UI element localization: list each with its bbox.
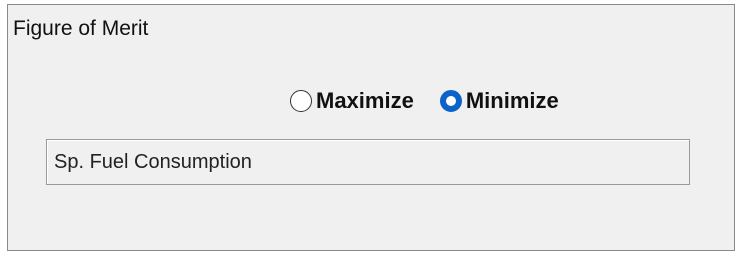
minimize-radio[interactable] [439,90,462,112]
optimization-direction-group: Maximize Minimize [290,87,559,115]
maximize-radio[interactable] [290,90,312,112]
panel-title: Figure of Merit [13,17,149,40]
maximize-label[interactable]: Maximize [316,88,414,114]
figure-of-merit-field[interactable]: Sp. Fuel Consumption [46,139,690,185]
maximize-option[interactable]: Maximize [290,88,414,114]
minimize-label[interactable]: Minimize [466,88,559,114]
figure-of-merit-panel: Figure of Merit Maximize Minimize Sp. Fu… [7,4,735,251]
minimize-option[interactable]: Minimize [439,88,559,114]
figure-of-merit-value: Sp. Fuel Consumption [54,151,252,173]
